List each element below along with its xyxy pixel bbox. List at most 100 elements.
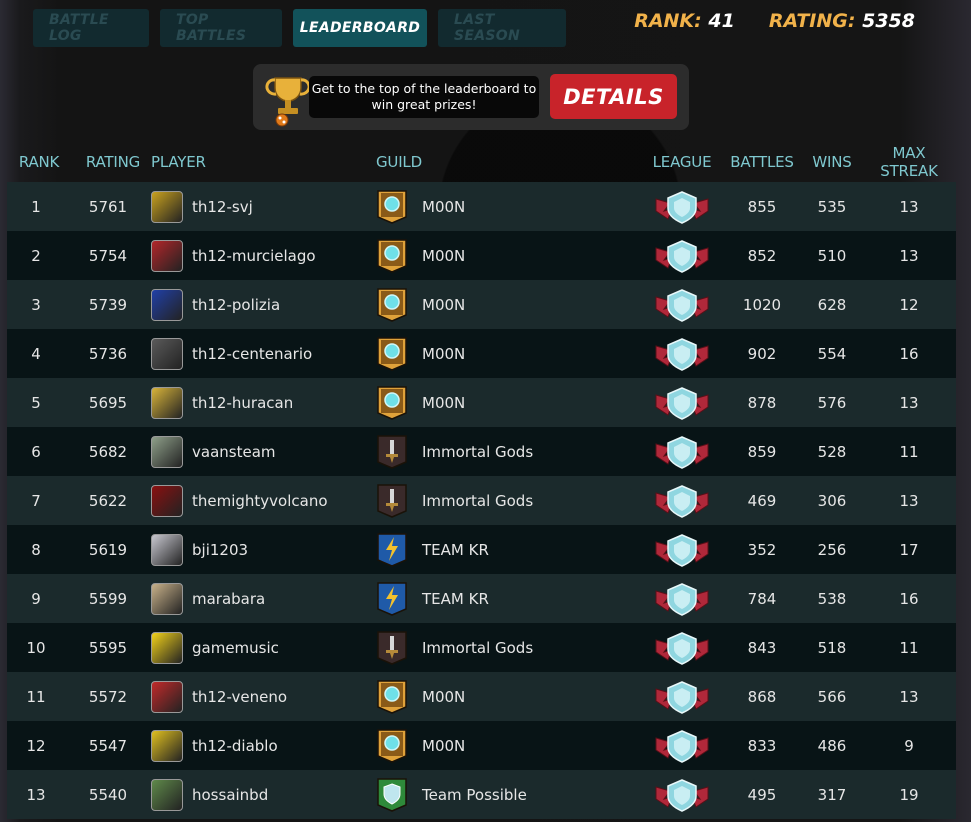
player-name[interactable]: marabara xyxy=(192,590,265,608)
player-name[interactable]: vaansteam xyxy=(192,443,276,461)
table-row[interactable]: 12 5547 th12-diablo M00N 833 486 9 xyxy=(7,721,956,770)
table-row[interactable]: 9 5599 marabara TEAM KR 784 538 16 xyxy=(7,574,956,623)
player-info[interactable]: th12-diablo xyxy=(151,729,376,762)
guild-info[interactable]: TEAM KR xyxy=(376,532,642,568)
table-row[interactable]: 5 5695 th12-huracan M00N 878 576 13 xyxy=(7,378,956,427)
guild-info[interactable]: M00N xyxy=(376,238,642,274)
battles-cell: 1020 xyxy=(742,295,782,314)
guild-name[interactable]: M00N xyxy=(422,345,465,363)
table-row[interactable]: 8 5619 bji1203 TEAM KR 352 256 17 xyxy=(7,525,956,574)
avatar[interactable] xyxy=(151,190,183,223)
guild-info[interactable]: M00N xyxy=(376,287,642,323)
table-row[interactable]: 1 5761 th12-svj M00N 855 535 13 xyxy=(7,182,956,231)
player-info[interactable]: vaansteam xyxy=(151,435,376,468)
guild-info[interactable]: TEAM KR xyxy=(376,581,642,617)
league-badge-icon xyxy=(655,386,709,420)
table-row[interactable]: 4 5736 th12-centenario M00N 902 554 16 xyxy=(7,329,956,378)
player-info[interactable]: th12-svj xyxy=(151,190,376,223)
guild-name[interactable]: Immortal Gods xyxy=(422,443,533,461)
column-header-rank[interactable]: RANK xyxy=(7,142,65,182)
player-name[interactable]: gamemusic xyxy=(192,639,279,657)
table-row[interactable]: 3 5739 th12-polizia M00N 1020 628 12 xyxy=(7,280,956,329)
table-row[interactable]: 13 5540 hossainbd Team Possible 495 317 19 xyxy=(7,770,956,819)
player-name[interactable]: th12-murcielago xyxy=(192,247,316,265)
guild-info[interactable]: Immortal Gods xyxy=(376,483,642,519)
guild-name[interactable]: M00N xyxy=(422,688,465,706)
player-info[interactable]: th12-veneno xyxy=(151,680,376,713)
guild-name[interactable]: TEAM KR xyxy=(422,590,489,608)
avatar[interactable] xyxy=(151,582,183,615)
league-cell xyxy=(642,623,722,672)
guild-info[interactable]: M00N xyxy=(376,189,642,225)
avatar[interactable] xyxy=(151,680,183,713)
player-info[interactable]: gamemusic xyxy=(151,631,376,664)
tab-battle-log[interactable]: BATTLE LOG xyxy=(33,9,149,47)
player-name[interactable]: th12-centenario xyxy=(192,345,312,363)
guild-name[interactable]: Team Possible xyxy=(422,786,527,804)
table-row[interactable]: 7 5622 themightyvolcano Immortal Gods 469 306… xyxy=(7,476,956,525)
avatar[interactable] xyxy=(151,337,183,370)
avatar[interactable] xyxy=(151,435,183,468)
details-button[interactable]: DETAILS xyxy=(550,74,677,119)
avatar[interactable] xyxy=(151,386,183,419)
guild-info[interactable]: M00N xyxy=(376,336,642,372)
guild-info[interactable]: Immortal Gods xyxy=(376,630,642,666)
column-header-wins[interactable]: WINS xyxy=(802,142,862,182)
column-header-battles[interactable]: BATTLES xyxy=(722,142,802,182)
guild-name[interactable]: M00N xyxy=(422,198,465,216)
tab-leaderboard[interactable]: LEADERBOARD xyxy=(293,9,427,47)
tab-last-season[interactable]: LAST SEASON xyxy=(438,9,566,47)
battles-cell: 784 xyxy=(747,589,777,608)
column-header-player[interactable]: PLAYER xyxy=(151,142,376,182)
player-name[interactable]: themightyvolcano xyxy=(192,492,328,510)
column-header-rating[interactable]: RATING xyxy=(65,142,151,182)
table-row[interactable]: 2 5754 th12-murcielago M00N 852 510 13 xyxy=(7,231,956,280)
guild-cell: Immortal Gods xyxy=(376,623,642,672)
guild-info[interactable]: M00N xyxy=(376,728,642,764)
player-name[interactable]: bji1203 xyxy=(192,541,248,559)
column-header-max-streak[interactable]: MAX STREAK xyxy=(862,142,956,182)
avatar[interactable] xyxy=(151,729,183,762)
tab-top-battles[interactable]: TOP BATTLES xyxy=(160,9,282,47)
rating-cell: 5599 xyxy=(88,589,128,608)
guild-name[interactable]: Immortal Gods xyxy=(422,639,533,657)
table-row[interactable]: 11 5572 th12-veneno M00N 868 566 13 xyxy=(7,672,956,721)
player-info[interactable]: bji1203 xyxy=(151,533,376,566)
avatar[interactable] xyxy=(151,484,183,517)
column-header-league[interactable]: LEAGUE xyxy=(642,142,722,182)
guild-info[interactable]: Immortal Gods xyxy=(376,434,642,470)
guild-info[interactable]: M00N xyxy=(376,385,642,421)
player-info[interactable]: marabara xyxy=(151,582,376,615)
guild-name[interactable]: TEAM KR xyxy=(422,541,489,559)
rank-cell: 1 xyxy=(31,197,41,216)
avatar[interactable] xyxy=(151,533,183,566)
player-name[interactable]: th12-svj xyxy=(192,198,253,216)
player-name[interactable]: hossainbd xyxy=(192,786,268,804)
guild-name[interactable]: M00N xyxy=(422,737,465,755)
player-name[interactable]: th12-diablo xyxy=(192,737,278,755)
player-name[interactable]: th12-huracan xyxy=(192,394,293,412)
player-info[interactable]: hossainbd xyxy=(151,778,376,811)
column-header-guild[interactable]: GUILD xyxy=(376,142,642,182)
guild-name[interactable]: M00N xyxy=(422,296,465,314)
guild-info[interactable]: Team Possible xyxy=(376,777,642,813)
guild-name[interactable]: Immortal Gods xyxy=(422,492,533,510)
player-info[interactable]: th12-murcielago xyxy=(151,239,376,272)
guild-name[interactable]: M00N xyxy=(422,247,465,265)
guild-name[interactable]: M00N xyxy=(422,394,465,412)
avatar[interactable] xyxy=(151,631,183,664)
player-info[interactable]: th12-polizia xyxy=(151,288,376,321)
player-info[interactable]: th12-huracan xyxy=(151,386,376,419)
table-row[interactable]: 6 5682 vaansteam Immortal Gods 859 528 11 xyxy=(7,427,956,476)
avatar[interactable] xyxy=(151,239,183,272)
player-info[interactable]: themightyvolcano xyxy=(151,484,376,517)
player-name[interactable]: th12-veneno xyxy=(192,688,287,706)
player-cell: vaansteam xyxy=(151,427,376,476)
player-info[interactable]: th12-centenario xyxy=(151,337,376,370)
avatar[interactable] xyxy=(151,778,183,811)
wins-cell: 510 xyxy=(817,246,847,265)
guild-info[interactable]: M00N xyxy=(376,679,642,715)
table-row[interactable]: 10 5595 gamemusic Immortal Gods 843 518 11 xyxy=(7,623,956,672)
player-name[interactable]: th12-polizia xyxy=(192,296,280,314)
avatar[interactable] xyxy=(151,288,183,321)
